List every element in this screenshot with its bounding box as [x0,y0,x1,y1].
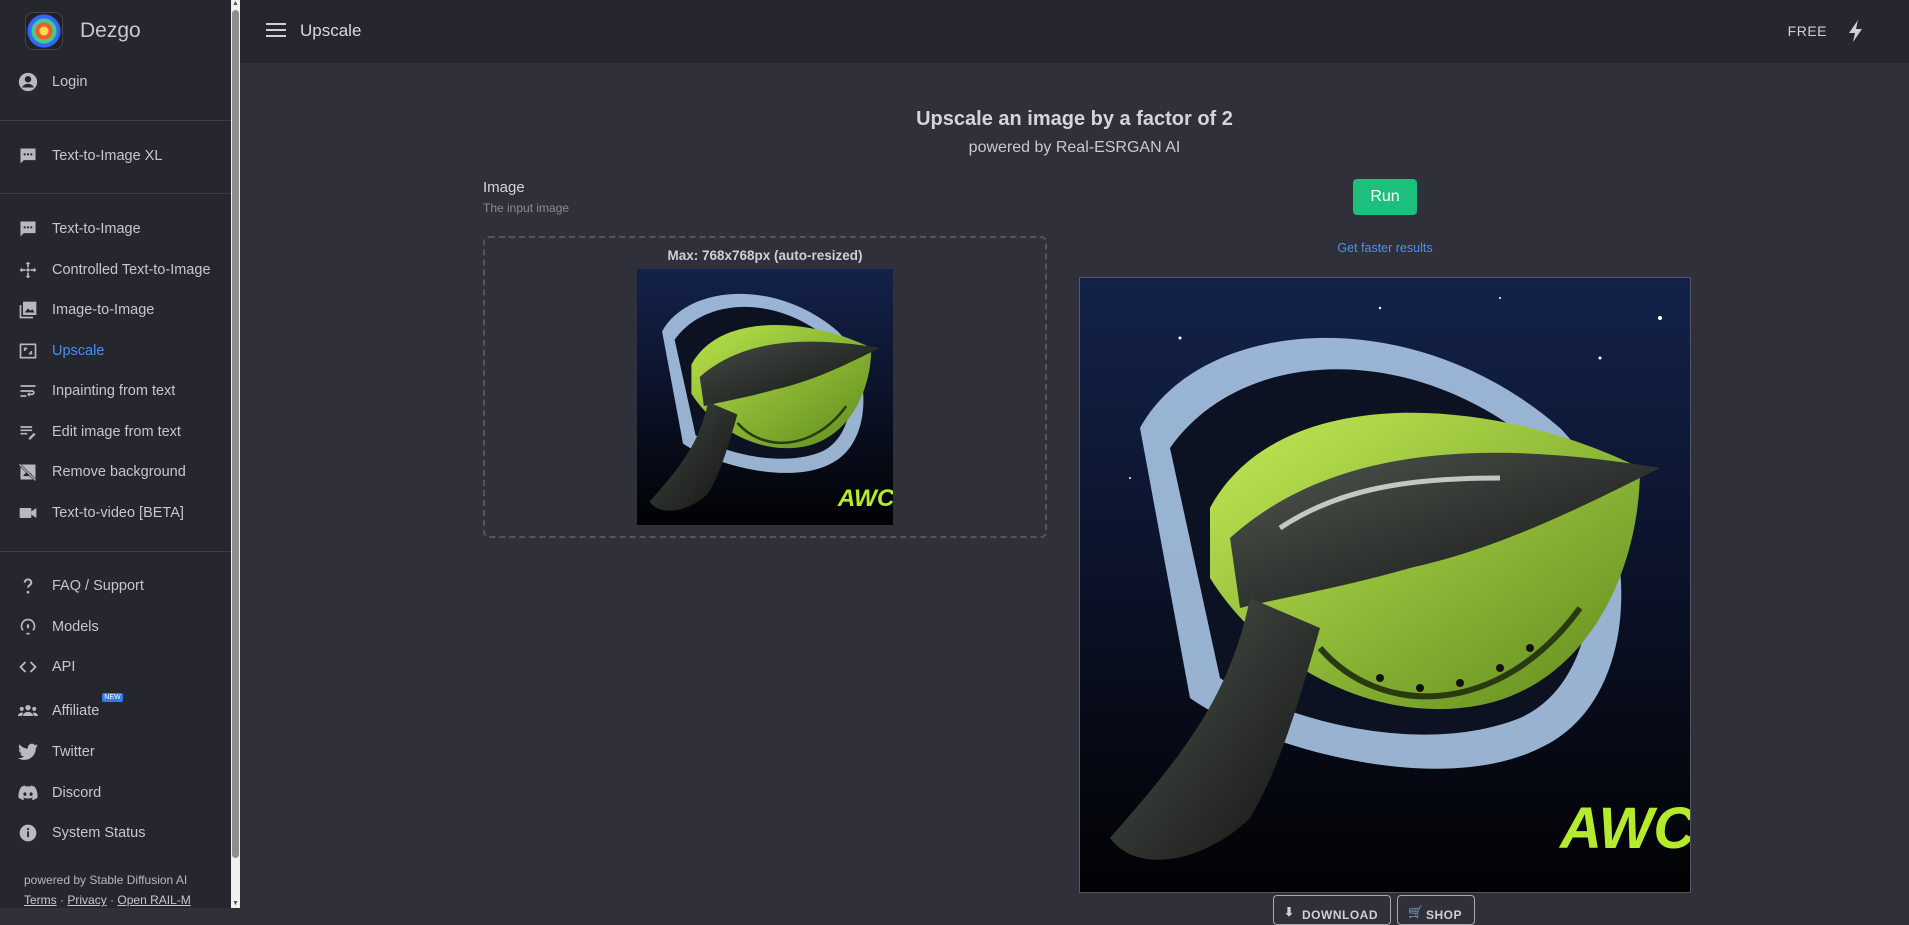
plan-label[interactable]: FREE [1788,23,1827,39]
brand-row[interactable]: Dezgo [0,0,231,62]
bolt-icon[interactable] [1848,20,1864,42]
sidebar-item-label: System Status [52,825,146,841]
sidebar-item-system-status[interactable]: System Status [0,814,231,852]
wrap-text-icon [17,380,39,402]
scroll-down-arrow-icon[interactable]: ▼ [232,900,239,908]
sidebar-item-text-to-image-xl[interactable]: Text-to-Image XL [0,137,231,175]
image-field-help: The input image [483,201,570,215]
sidebar-item-label: Inpainting from text [52,383,176,399]
get-faster-results-link[interactable]: Get faster results [1275,241,1495,255]
sidebar-scrollbar-thumb[interactable] [232,10,239,858]
sidebar-item-text-to-video[interactable]: Text-to-video [BETA] [0,494,231,532]
sidebar-item-label: Text-to-Image [52,221,141,237]
login-item[interactable]: Login [0,63,231,101]
sidebar-item-controlled-text-to-image[interactable]: Controlled Text-to-Image [0,251,231,289]
sidebar-divider [0,120,231,121]
new-badge: NEW [102,693,123,702]
image-watermark: AWCR [837,485,893,512]
edit-note-icon [17,421,39,443]
output-image[interactable]: AWCR [1079,277,1691,893]
twitter-icon [17,741,39,763]
license-link[interactable]: Open RAIL-M [117,893,190,907]
sidebar-item-inpainting[interactable]: Inpainting from text [0,372,231,410]
cart-icon: 🛒 [1408,905,1424,919]
sidebar-item-label: Text-to-video [BETA] [52,505,184,521]
sidebar-item-twitter[interactable]: Twitter [0,733,231,771]
sidebar-item-label: FAQ / Support [52,578,144,594]
account-circle-icon [17,71,39,93]
move-arrows-icon [17,259,39,281]
dezgo-logo[interactable] [25,12,63,50]
footer-links: Terms · Privacy · Open RAIL-M [24,893,191,907]
upscale-icon [17,340,39,362]
brand-name[interactable]: Dezgo [80,19,141,43]
menu-icon[interactable] [266,22,286,38]
input-image-thumbnail[interactable]: AWCR [637,269,893,525]
sidebar-item-label: Controlled Text-to-Image [52,262,211,278]
terms-link[interactable]: Terms [24,893,57,907]
shop-button[interactable]: 🛒 SHOP [1397,895,1476,925]
sidebar-item-image-to-image[interactable]: Image-to-Image [0,291,231,329]
download-button[interactable]: ⬇ DOWNLOAD [1273,895,1391,925]
sidebar-divider [0,193,231,194]
image-dropzone[interactable]: Max: 768x768px (auto-resized) AWCR [483,236,1047,538]
image-field-label: Image [483,179,525,196]
sidebar-item-label: Image-to-Image [52,302,155,318]
sidebar-divider [0,551,231,552]
page-title: Upscale [300,21,362,40]
chat-icon [17,218,39,240]
affiliate-label: Affiliate [52,703,100,719]
run-button[interactable]: Run [1353,179,1417,215]
sidebar-item-label: Remove background [52,464,186,480]
photo-library-icon [17,299,39,321]
image-watermark: AWCR [1558,796,1691,861]
question-mark-icon [17,575,39,597]
sidebar-item-discord[interactable]: Discord [0,774,231,812]
tool-subtitle: powered by Real-ESRGAN AI [968,139,1181,156]
sidebar-item-label: Twitter [52,744,95,760]
group-icon [17,700,39,722]
sidebar-item-faq[interactable]: FAQ / Support [0,567,231,605]
sidebar-item-models[interactable]: Models [0,608,231,646]
tool-title: Upscale an image by a factor of 2 [916,108,1233,130]
sidebar-item-remove-background[interactable]: Remove background [0,453,231,491]
footer-separator: · [110,893,115,907]
sidebar-item-api[interactable]: API [0,648,231,686]
code-icon [17,656,39,678]
sidebar-item-label: Discord [52,785,102,801]
shop-label: SHOP [1426,908,1463,922]
sidebar-item-label: AffiliateNEW [52,693,123,719]
sidebar-item-affiliate[interactable]: AffiliateNEW [0,692,231,730]
sidebar-item-upscale[interactable]: Upscale [0,332,231,370]
sidebar-item-label: API [52,659,76,675]
main-content: Upscale an image by a factor of 2 powere… [240,63,1909,925]
chat-icon [17,145,39,167]
sidebar-item-label: Models [52,619,99,635]
sidebar-item-text-to-image[interactable]: Text-to-Image [0,210,231,248]
footer-separator: · [60,893,65,907]
sidebar: Dezgo Login Text-to-Image XL Text-to-Ima… [0,0,231,908]
videocam-icon [17,502,39,524]
dropzone-max-size: Max: 768x768px (auto-resized) [667,248,863,263]
sidebar-item-label: Upscale [52,343,105,359]
sidebar-scrollbar[interactable]: ▲ ▼ [231,0,240,908]
sidebar-item-edit-image[interactable]: Edit image from text [0,413,231,451]
sidebar-item-label: Text-to-Image XL [52,148,163,164]
download-label: DOWNLOAD [1302,908,1378,922]
powered-by-text: powered by Stable Diffusion AI [24,873,188,887]
scroll-up-arrow-icon[interactable]: ▲ [232,0,239,8]
discord-icon [17,782,39,804]
hide-image-icon [17,461,39,483]
login-label: Login [52,74,88,90]
download-icon: ⬇ [1284,905,1295,919]
privacy-link[interactable]: Privacy [67,893,106,907]
info-icon [17,822,39,844]
model-training-icon [17,616,39,638]
top-bar: Upscale FREE [240,0,1909,63]
sidebar-item-label: Edit image from text [52,424,181,440]
